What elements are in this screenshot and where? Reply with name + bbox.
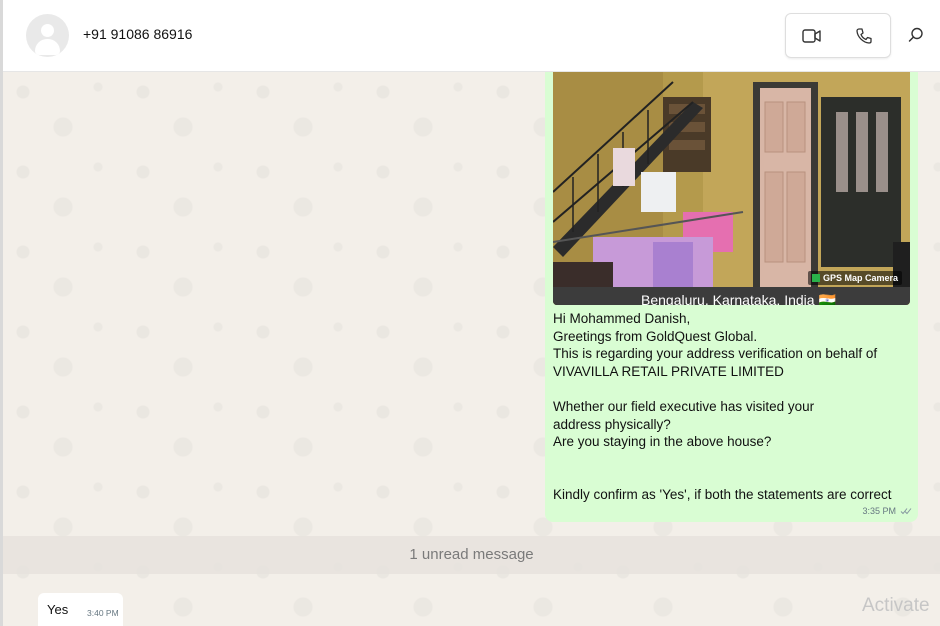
message-line: VIVAVILLA RETAIL PRIVATE LIMITED bbox=[553, 363, 784, 379]
gps-map-camera-badge: GPS Map Camera bbox=[807, 271, 902, 285]
unread-count-label: 1 unread message bbox=[409, 546, 534, 563]
double-check-icon bbox=[900, 508, 912, 515]
windows-activation-watermark: Activate bbox=[862, 595, 930, 616]
incoming-message-bubble[interactable]: Yes 3:40 PM bbox=[38, 593, 123, 626]
search-button[interactable] bbox=[905, 24, 927, 46]
call-buttons-group bbox=[785, 13, 891, 58]
gps-pin-icon bbox=[811, 274, 820, 282]
search-icon bbox=[908, 27, 923, 42]
gps-label-text: GPS Map Camera bbox=[822, 273, 898, 283]
default-avatar-icon bbox=[41, 24, 54, 37]
message-time: 3:35 PM bbox=[862, 506, 896, 516]
video-call-icon bbox=[802, 28, 821, 43]
incoming-message-time: 3:40 PM bbox=[87, 608, 119, 618]
message-line bbox=[553, 468, 913, 486]
voice-call-icon bbox=[856, 27, 872, 44]
incoming-message-text: Yes bbox=[47, 602, 69, 617]
whatsapp-chat-window: +91 91086 86916 GPS Map Camera Bengaluru… bbox=[0, 0, 940, 626]
outgoing-message-text: Hi Mohammed Danish, Greetings from GoldQ… bbox=[553, 310, 913, 504]
message-line: Greetings from GoldQuest Global. bbox=[553, 328, 758, 344]
avatar-body-shape bbox=[35, 39, 60, 55]
outgoing-message-bubble[interactable]: GPS Map Camera Bengaluru, Karnataka, Ind… bbox=[545, 72, 918, 522]
message-line: Are you staying in the above house? bbox=[553, 434, 772, 450]
outgoing-message-meta: 3:35 PM bbox=[862, 506, 912, 516]
photo-location-text: Bengaluru, Karnataka, India 🇮🇳 bbox=[641, 292, 836, 305]
attached-photo[interactable]: GPS Map Camera Bengaluru, Karnataka, Ind… bbox=[553, 72, 910, 305]
message-line: Whether our field executive has visited … bbox=[553, 398, 815, 432]
message-line bbox=[553, 451, 913, 469]
contact-name[interactable]: +91 91086 86916 bbox=[83, 26, 192, 42]
unread-messages-divider: 1 unread message bbox=[3, 536, 940, 574]
message-line bbox=[553, 380, 913, 398]
chat-header: +91 91086 86916 bbox=[3, 0, 940, 72]
contact-avatar[interactable] bbox=[26, 14, 69, 57]
message-line: Kindly confirm as 'Yes', if both the sta… bbox=[553, 486, 892, 502]
message-line: This is regarding your address verificat… bbox=[553, 346, 878, 362]
voice-call-button[interactable] bbox=[838, 14, 890, 57]
video-call-button[interactable] bbox=[786, 14, 838, 57]
message-line: Hi Mohammed Danish, bbox=[553, 311, 691, 326]
